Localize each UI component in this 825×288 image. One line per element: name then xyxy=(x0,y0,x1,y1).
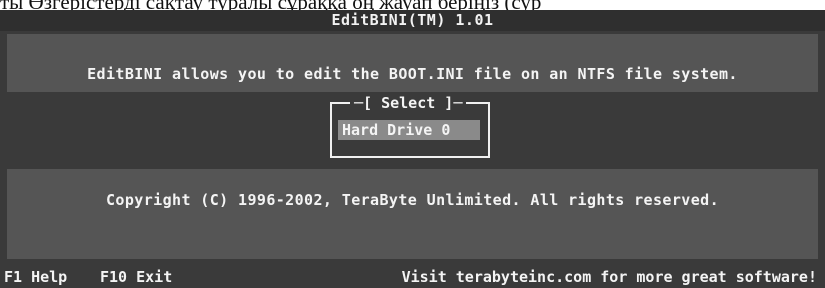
document-caption-strip: ты Өзгерістерді сақтау туралы сұраққа оң… xyxy=(0,0,825,10)
drive-option-hard-drive-0[interactable]: Hard Drive 0 xyxy=(338,120,480,140)
exit-key-hint[interactable]: F10 Exit xyxy=(100,267,172,288)
select-box-title: ─[ Select ]─ xyxy=(350,94,467,112)
help-key-hint[interactable]: F1 Help xyxy=(4,267,67,288)
info-text: EditBINI allows you to edit the BOOT.INI… xyxy=(87,65,738,83)
window-title: EditBINI(TM) 1.01 xyxy=(331,11,494,29)
document-caption-text: ты Өзгерістерді сақтау туралы сұраққа оң… xyxy=(0,0,541,10)
window-title-bar: EditBINI(TM) 1.01 xyxy=(0,9,825,31)
dos-screen: EditBINI(TM) 1.01 EditBINI allows you to… xyxy=(0,9,825,288)
info-panel: EditBINI allows you to edit the BOOT.INI… xyxy=(7,34,818,92)
copyright-panel: Copyright (C) 1996-2002, TeraByte Unlimi… xyxy=(7,169,818,259)
website-promo-text: Visit terabyteinc.com for more great sof… xyxy=(401,268,817,286)
status-bar: F1 Help F10 Exit Visit terabyteinc.com f… xyxy=(0,267,825,288)
copyright-text: Copyright (C) 1996-2002, TeraByte Unlimi… xyxy=(106,191,719,209)
drive-select-box: ─[ Select ]─ Hard Drive 0 xyxy=(330,94,490,158)
